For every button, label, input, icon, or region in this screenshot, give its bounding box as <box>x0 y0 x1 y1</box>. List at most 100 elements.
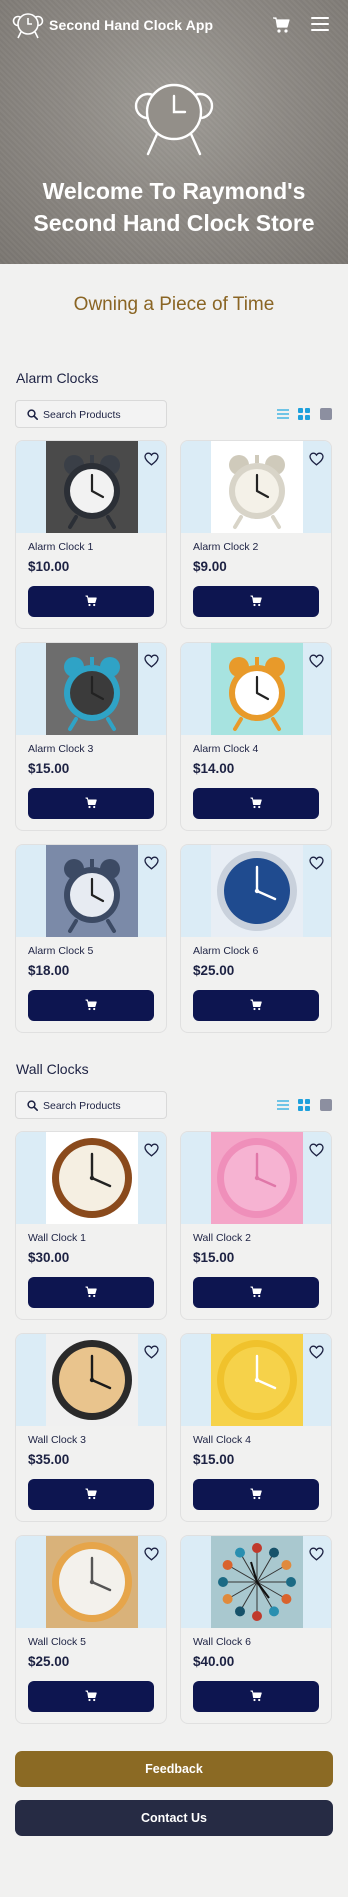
feedback-button[interactable]: Feedback <box>15 1751 333 1787</box>
product-card[interactable]: Alarm Clock 6 $25.00 <box>180 844 332 1033</box>
add-to-cart-button[interactable] <box>193 1681 319 1712</box>
product-name: Wall Clock 6 <box>193 1636 251 1648</box>
product-name: Wall Clock 5 <box>28 1636 86 1648</box>
product-card[interactable]: Wall Clock 2 $15.00 <box>180 1131 332 1320</box>
product-photo[interactable] <box>46 1334 138 1426</box>
add-to-cart-button[interactable] <box>28 1277 154 1308</box>
add-to-cart-button[interactable] <box>193 586 319 617</box>
product-price: $9.00 <box>193 559 227 574</box>
cart-icon <box>85 1690 97 1702</box>
add-to-cart-button[interactable] <box>193 1479 319 1510</box>
wall-clocks-section-title: Wall Clocks <box>16 1061 89 1077</box>
list-view-icon[interactable] <box>277 407 289 419</box>
product-name: Alarm Clock 3 <box>28 743 94 755</box>
product-name: Alarm Clock 2 <box>193 541 259 553</box>
add-to-cart-button[interactable] <box>28 1479 154 1510</box>
top-bar: Second Hand Clock App <box>0 0 348 50</box>
product-price: $14.00 <box>193 761 235 776</box>
hero-banner: Second Hand Clock App Welcome To Raymond… <box>0 0 348 264</box>
add-to-cart-button[interactable] <box>193 788 319 819</box>
hero-heading-line-1: Welcome To Raymond's <box>42 178 306 204</box>
square-view-icon[interactable] <box>320 1098 332 1111</box>
add-to-cart-button[interactable] <box>28 788 154 819</box>
wall-clocks-search-box[interactable] <box>15 1091 167 1119</box>
product-card[interactable]: Alarm Clock 1 $10.00 <box>15 440 167 629</box>
heart-icon[interactable] <box>309 1547 324 1561</box>
heart-icon[interactable] <box>309 452 324 466</box>
app-title: Second Hand Clock App <box>49 17 214 33</box>
search-icon <box>27 1100 38 1111</box>
product-price: $10.00 <box>28 559 70 574</box>
product-photo[interactable] <box>46 1132 138 1224</box>
product-card[interactable]: Wall Clock 6 $40.00 <box>180 1535 332 1724</box>
product-card[interactable]: Alarm Clock 2 $9.00 <box>180 440 332 629</box>
product-photo[interactable] <box>46 643 138 735</box>
cart-icon <box>85 595 97 607</box>
product-price: $15.00 <box>193 1452 235 1467</box>
menu-icon[interactable] <box>311 16 329 32</box>
add-to-cart-button[interactable] <box>28 586 154 617</box>
tagline: Owning a Piece of Time <box>73 294 275 315</box>
cart-icon <box>85 1286 97 1298</box>
cart-icon <box>85 1488 97 1500</box>
product-card[interactable]: Alarm Clock 3 $15.00 <box>15 642 167 831</box>
product-price: $35.00 <box>28 1452 70 1467</box>
product-price: $18.00 <box>28 963 70 978</box>
search-input[interactable] <box>43 406 161 423</box>
heart-icon[interactable] <box>309 1143 324 1157</box>
square-view-icon[interactable] <box>320 407 332 420</box>
heart-icon[interactable] <box>309 654 324 668</box>
search-input[interactable] <box>43 1097 161 1114</box>
grid-view-icon[interactable] <box>298 1098 310 1111</box>
hero-clock-icon <box>134 83 214 156</box>
add-to-cart-button[interactable] <box>193 1277 319 1308</box>
product-price: $40.00 <box>193 1654 235 1669</box>
product-name: Wall Clock 4 <box>193 1434 251 1446</box>
cart-icon <box>250 1286 262 1298</box>
product-photo[interactable] <box>46 441 138 533</box>
cart-icon <box>250 999 262 1011</box>
product-photo[interactable] <box>211 845 303 937</box>
alarm-clocks-search-box[interactable] <box>15 400 167 428</box>
heart-icon[interactable] <box>144 856 159 870</box>
product-card[interactable]: Wall Clock 1 $30.00 <box>15 1131 167 1320</box>
heart-icon[interactable] <box>144 1547 159 1561</box>
cart-icon <box>85 999 97 1011</box>
add-to-cart-button[interactable] <box>28 1681 154 1712</box>
product-card[interactable]: Wall Clock 4 $15.00 <box>180 1333 332 1522</box>
grid-view-icon[interactable] <box>298 407 310 420</box>
clock-logo-icon[interactable] <box>12 10 44 40</box>
product-price: $15.00 <box>28 761 70 776</box>
product-name: Alarm Clock 1 <box>28 541 94 553</box>
add-to-cart-button[interactable] <box>28 990 154 1021</box>
heart-icon[interactable] <box>144 452 159 466</box>
search-icon <box>27 409 38 420</box>
hero-heading: Welcome To Raymond's Second Hand Clock S… <box>0 175 348 239</box>
cart-icon <box>250 595 262 607</box>
heart-icon[interactable] <box>144 1345 159 1359</box>
list-view-icon[interactable] <box>277 1098 289 1110</box>
heart-icon[interactable] <box>144 1143 159 1157</box>
product-photo[interactable] <box>46 845 138 937</box>
product-card[interactable]: Wall Clock 5 $25.00 <box>15 1535 167 1724</box>
add-to-cart-button[interactable] <box>193 990 319 1021</box>
product-card[interactable]: Alarm Clock 4 $14.00 <box>180 642 332 831</box>
product-price: $25.00 <box>193 963 235 978</box>
heart-icon[interactable] <box>309 856 324 870</box>
product-price: $25.00 <box>28 1654 70 1669</box>
product-photo[interactable] <box>211 1334 303 1426</box>
product-card[interactable]: Wall Clock 3 $35.00 <box>15 1333 167 1522</box>
heart-icon[interactable] <box>144 654 159 668</box>
heart-icon[interactable] <box>309 1345 324 1359</box>
product-photo[interactable] <box>211 643 303 735</box>
cart-icon[interactable] <box>272 16 290 34</box>
product-photo[interactable] <box>211 441 303 533</box>
product-photo[interactable] <box>46 1536 138 1628</box>
product-name: Wall Clock 1 <box>28 1232 86 1244</box>
product-price: $30.00 <box>28 1250 70 1265</box>
product-photo[interactable] <box>211 1536 303 1628</box>
product-name: Wall Clock 2 <box>193 1232 251 1244</box>
contact-us-button[interactable]: Contact Us <box>15 1800 333 1836</box>
product-card[interactable]: Alarm Clock 5 $18.00 <box>15 844 167 1033</box>
product-photo[interactable] <box>211 1132 303 1224</box>
